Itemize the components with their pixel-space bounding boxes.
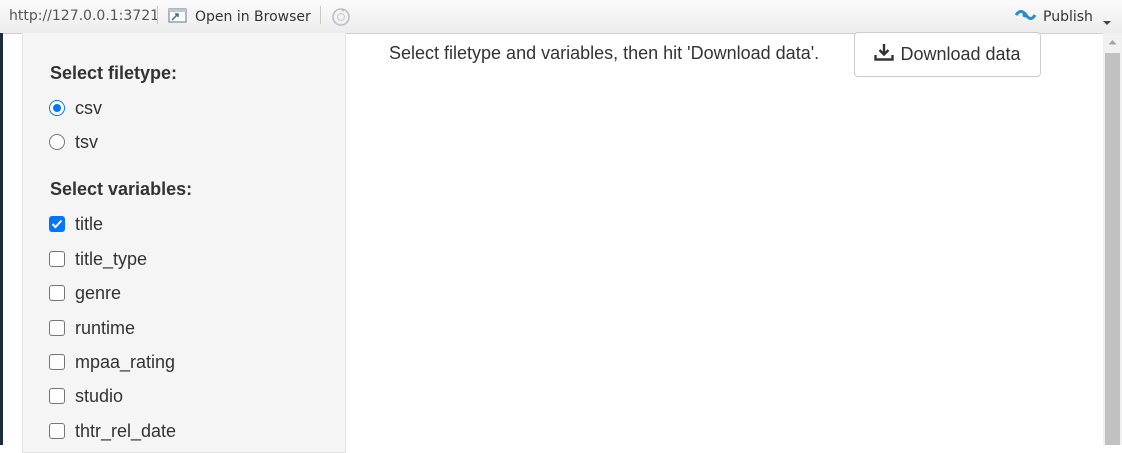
variable-option-mpaa-rating[interactable]: mpaa_rating (49, 351, 175, 373)
checkbox[interactable] (49, 388, 65, 404)
url-text: http://127.0.0.1:3721 (9, 8, 160, 24)
refresh-icon (332, 8, 350, 26)
radio-button[interactable] (49, 100, 65, 116)
checkbox[interactable] (49, 216, 65, 232)
toolbar-divider (157, 6, 158, 24)
radio-button[interactable] (49, 134, 65, 150)
variable-option-label: genre (75, 282, 122, 303)
toolbar-divider (320, 6, 321, 24)
refresh-button[interactable] (330, 6, 352, 28)
variables-label: Select variables: (50, 179, 193, 199)
checkbox[interactable] (49, 354, 65, 370)
variable-option-title-type[interactable]: title_type (49, 248, 147, 270)
open-in-browser-button[interactable]: Open in Browser (168, 6, 311, 28)
variable-option-label: title (75, 213, 104, 234)
filetype-option-label: tsv (75, 131, 99, 152)
variable-option-label: runtime (75, 317, 136, 338)
download-icon (874, 43, 895, 66)
variable-option-thtr-rel-date[interactable]: thtr_rel_date (49, 420, 176, 442)
scrollbar-thumb[interactable] (1105, 53, 1120, 445)
publish-dropdown-icon[interactable] (1102, 14, 1112, 30)
variable-option-runtime[interactable]: runtime (49, 317, 135, 339)
variable-option-studio[interactable]: studio (49, 385, 123, 407)
checkbox[interactable] (49, 423, 65, 439)
download-button-label: Download data (900, 44, 1021, 64)
open-browser-icon (168, 7, 188, 27)
filetype-label: Select filetype: (50, 63, 178, 83)
filetype-option-label: csv (75, 97, 102, 118)
filetype-option-tsv[interactable]: tsv (49, 131, 98, 153)
checkbox[interactable] (49, 251, 65, 267)
variable-option-title[interactable]: title (49, 213, 103, 235)
checkbox[interactable] (49, 320, 65, 336)
variable-option-label: title_type (75, 248, 148, 269)
open-in-browser-label: Open in Browser (195, 9, 311, 25)
publish-icon (1013, 7, 1037, 27)
left-edge (0, 33, 3, 445)
filetype-option-csv[interactable]: csv (49, 97, 102, 119)
variable-option-label: mpaa_rating (75, 351, 176, 372)
publish-label: Publish (1043, 9, 1093, 25)
scroll-up-button[interactable] (1103, 33, 1122, 51)
scroll-up-icon (1108, 40, 1117, 45)
variable-option-label: studio (75, 385, 124, 406)
checkbox[interactable] (49, 285, 65, 301)
variable-option-genre[interactable]: genre (49, 282, 121, 304)
variable-option-label: thtr_rel_date (75, 420, 177, 441)
instructions-text: Select filetype and variables, then hit … (389, 43, 820, 63)
checkmark-icon (51, 219, 63, 229)
viewer-toolbar: http://127.0.0.1:3721 Open in Browser Pu… (0, 0, 1122, 34)
sidebar-panel: Select filetype: csv tsv Select variable… (22, 33, 346, 453)
publish-button[interactable]: Publish (1013, 6, 1093, 28)
download-data-button[interactable]: Download data (854, 32, 1041, 77)
